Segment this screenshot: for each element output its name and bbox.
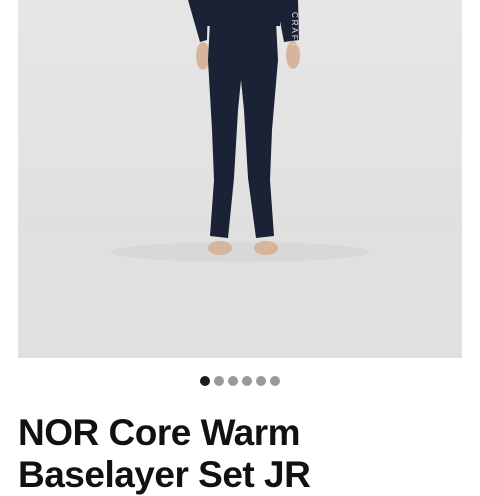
carousel-dot[interactable] — [200, 376, 210, 386]
carousel-dot[interactable] — [270, 376, 280, 386]
carousel-dot[interactable] — [242, 376, 252, 386]
right-foot — [254, 241, 278, 255]
floor-shadow — [110, 242, 370, 262]
carousel-dot[interactable] — [214, 376, 224, 386]
carousel-dot[interactable] — [256, 376, 266, 386]
leggings — [208, 22, 278, 238]
carousel-indicator — [0, 376, 480, 388]
left-hand — [196, 42, 210, 70]
sleeve-logo-print: CRAFT — [290, 12, 299, 49]
product-photo: CRAFT — [18, 0, 462, 358]
product-title: NOR Core Warm Baselayer Set JR — [18, 412, 311, 495]
left-foot — [208, 241, 232, 255]
product-image[interactable]: CRAFT — [18, 0, 462, 358]
carousel-dot[interactable] — [228, 376, 238, 386]
left-sleeve — [188, 0, 208, 42]
